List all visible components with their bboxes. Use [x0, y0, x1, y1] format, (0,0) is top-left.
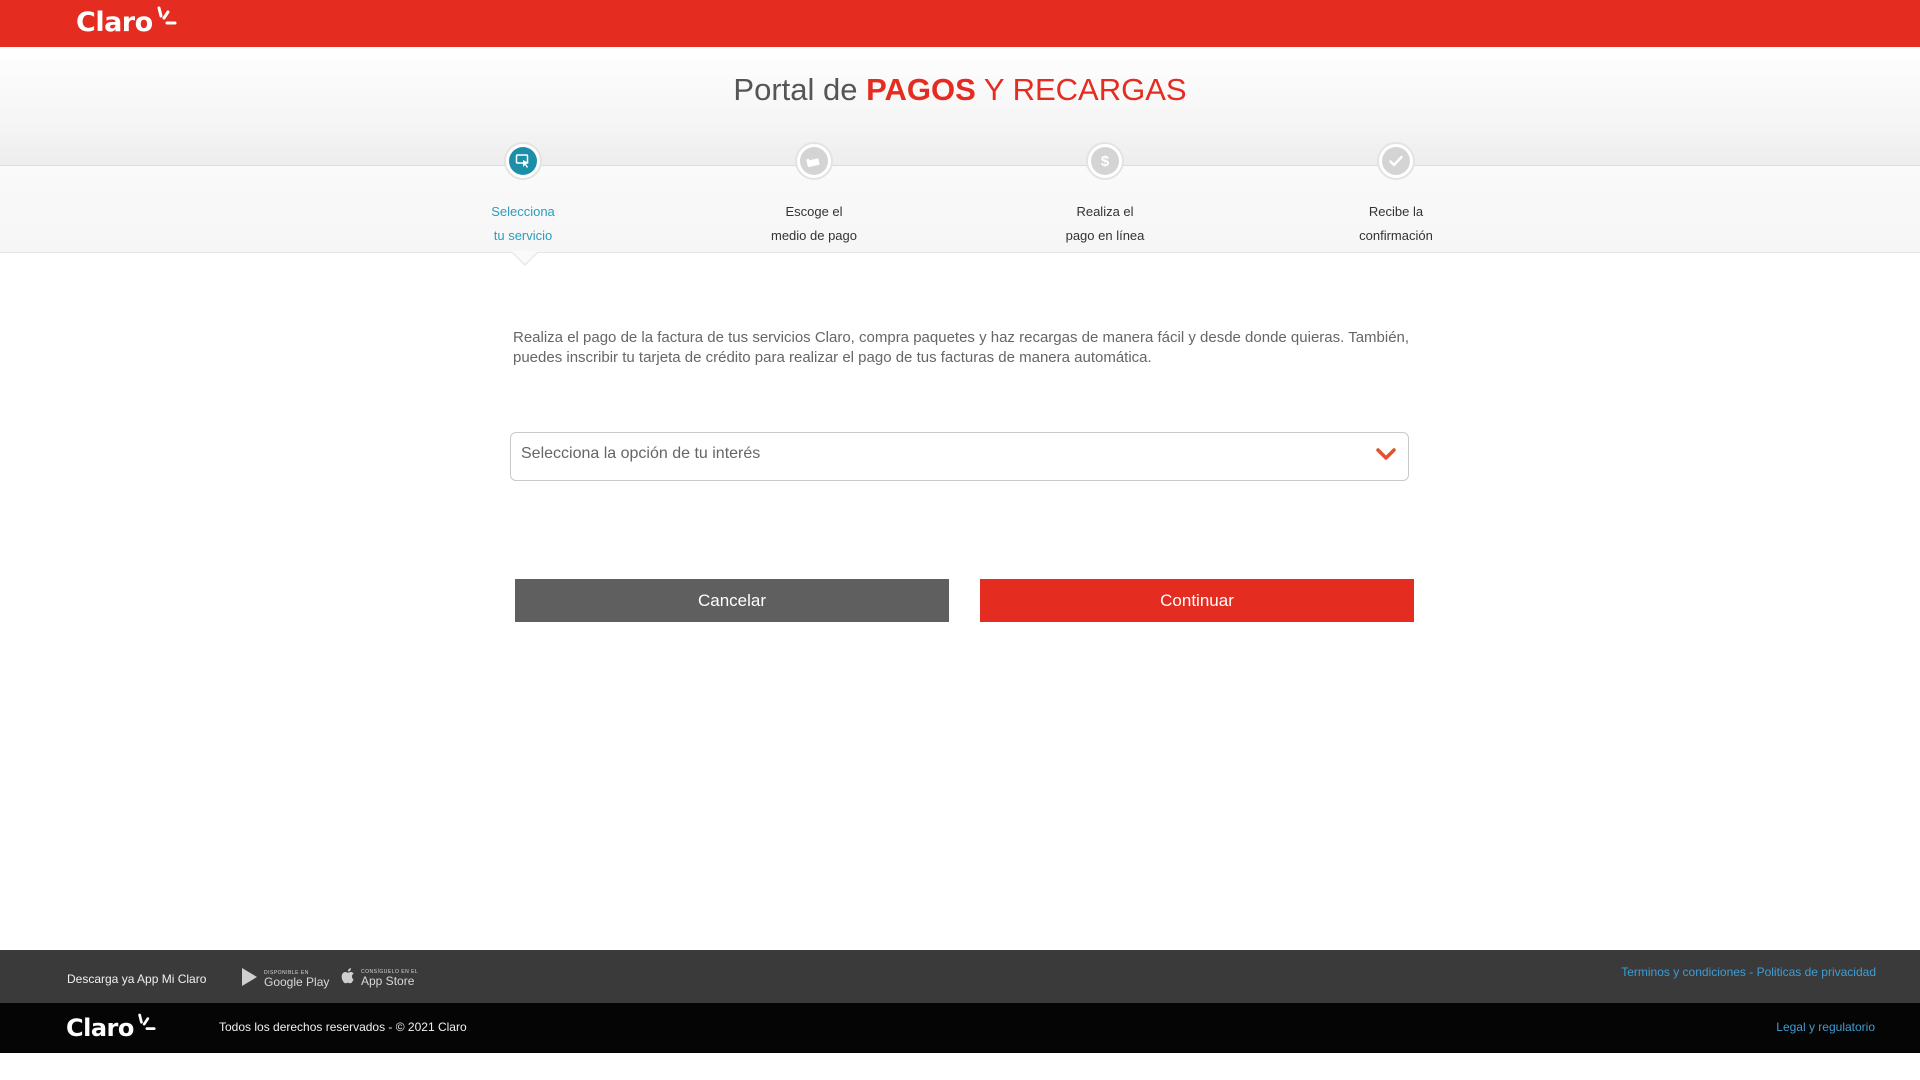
cursor-screen-icon [509, 147, 537, 175]
claro-logo[interactable]: Claro [76, 2, 177, 42]
step-label: Recibe la confirmación [1296, 200, 1496, 248]
card-icon [800, 147, 828, 175]
step-label-line1: Realiza el [1076, 204, 1134, 219]
download-app-text: Descarga ya App Mi Claro [67, 972, 207, 986]
step-payment-method: Escoge el medio de pago [714, 142, 914, 248]
dollar-icon: $ [1091, 147, 1119, 175]
step-label-line2: pago en línea [1065, 228, 1145, 243]
legal-link[interactable]: Legal y regulatorio [1776, 1020, 1875, 1034]
logo-text: Claro [76, 6, 153, 38]
footer-logo-rays-icon [136, 1013, 156, 1043]
step-label-line2: tu servicio [493, 228, 553, 243]
intro-description: Realiza el pago de la factura de tus ser… [513, 329, 1410, 366]
step-select-service: Selecciona tu servicio [423, 142, 623, 248]
app-store-badge[interactable]: CONSÍGUELO EN EL App Store [341, 967, 418, 990]
service-select[interactable]: Selecciona la opción de tu interés [510, 432, 1409, 481]
footer-logo-text: Claro [66, 1014, 134, 1042]
step-label-line1: Recibe la [1368, 204, 1424, 219]
step-label-line2: confirmación [1359, 228, 1433, 243]
step-circle [504, 142, 542, 180]
title-strong: PAGOS [866, 72, 976, 107]
terms-privacy-link[interactable]: Terminos y condiciones - Politicas de pr… [1621, 965, 1876, 979]
step-label-line1: Selecciona [491, 204, 555, 219]
select-placeholder: Selecciona la opción de tu interés [521, 445, 761, 462]
page-title: Portal de PAGOS Y RECARGAS [0, 72, 1920, 108]
chevron-down-icon[interactable] [1376, 447, 1396, 466]
step-circle [795, 142, 833, 180]
step-label: Realiza el pago en línea [1005, 200, 1205, 248]
app-store-big: App Store [361, 974, 415, 988]
top-bar: Claro [0, 0, 1920, 47]
step-circle [1377, 142, 1415, 180]
step-online-payment: $ Realiza el pago en línea [1005, 142, 1205, 248]
step-label: Selecciona tu servicio [423, 200, 623, 248]
step-label: Escoge el medio de pago [714, 200, 914, 248]
google-play-big: Google Play [264, 975, 330, 989]
footer-claro-logo: Claro [66, 1008, 156, 1048]
active-step-pointer [511, 251, 539, 266]
step-circle: $ [1086, 142, 1124, 180]
title-suffix: Y RECARGAS [983, 72, 1187, 107]
google-play-badge[interactable]: DISPONIBLE EN Google Play [241, 967, 329, 992]
continue-button[interactable]: Continuar [980, 579, 1414, 622]
cancel-button[interactable]: Cancelar [515, 579, 949, 622]
title-prefix: Portal de [733, 72, 858, 107]
step-label-line1: Escoge el [785, 204, 843, 219]
step-confirmation: Recibe la confirmación [1296, 142, 1496, 248]
apple-icon [341, 967, 356, 990]
step-label-line2: medio de pago [770, 228, 857, 243]
checkmark-icon [1382, 147, 1410, 175]
steps-band [0, 166, 1920, 253]
logo-rays-icon [155, 6, 177, 39]
copyright-text: Todos los derechos reservados - © 2021 C… [219, 1020, 467, 1034]
google-play-icon [241, 967, 259, 992]
